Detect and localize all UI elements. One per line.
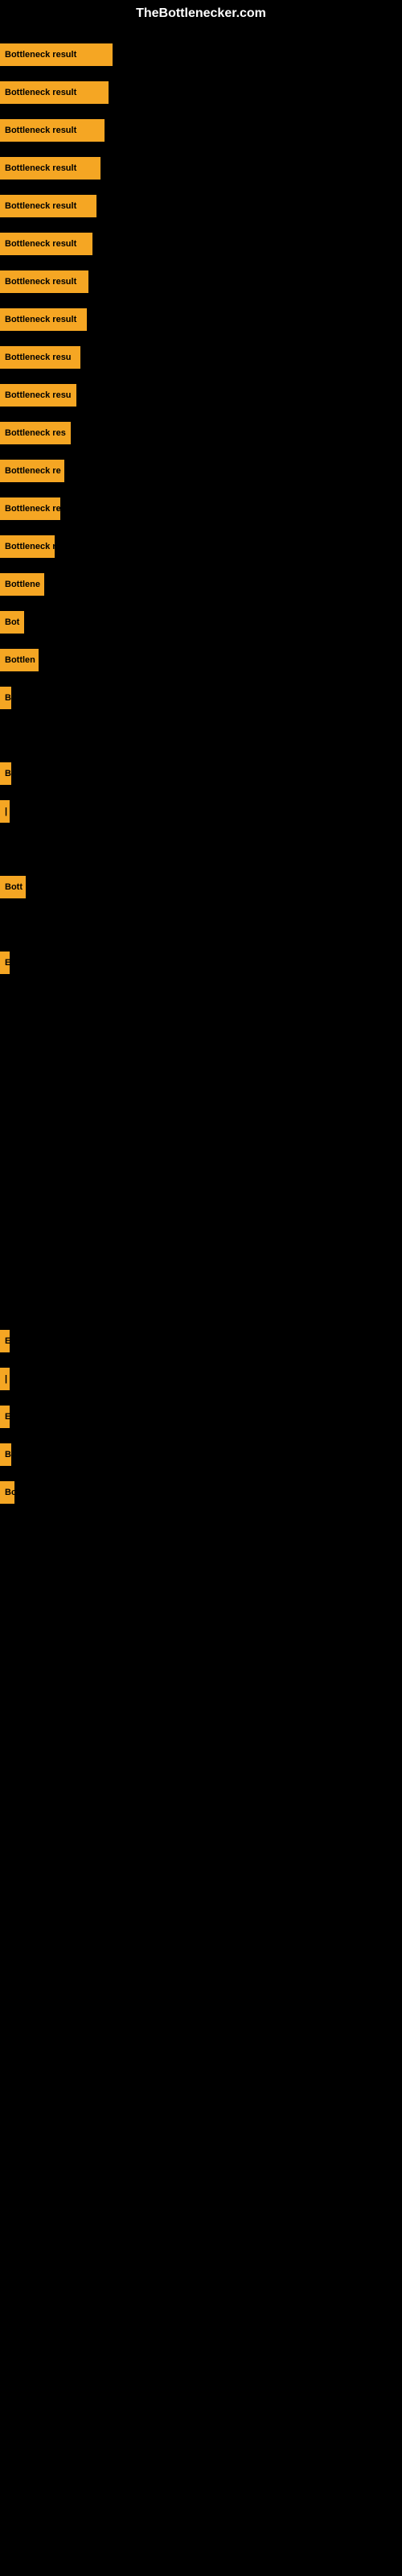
bottleneck-bar-row: Bottleneck result xyxy=(0,35,402,73)
bottleneck-result-label: Bottleneck result xyxy=(0,157,100,180)
bottleneck-bar-row: Bottleneck result xyxy=(0,73,402,111)
bottleneck-bar-row: E xyxy=(0,943,402,981)
bottleneck-result-label: Bo xyxy=(0,1481,14,1504)
bottleneck-result-label: Bottleneck result xyxy=(0,233,92,255)
bottleneck-result-label: E xyxy=(0,952,10,974)
bottleneck-bar-row xyxy=(0,1057,402,1095)
bottleneck-result-label: Bottleneck res xyxy=(0,422,71,444)
bottleneck-result-label: Bottleneck result xyxy=(0,195,96,217)
bottleneck-result-label: B xyxy=(0,762,11,785)
bottleneck-result-label: Bottleneck re xyxy=(0,497,60,520)
bottleneck-bar-row: Bottleneck result xyxy=(0,262,402,300)
bottleneck-result-label: Bottlen xyxy=(0,649,39,671)
bottleneck-bar-row xyxy=(0,906,402,943)
bottleneck-result-label: Bottleneck resu xyxy=(0,346,80,369)
bottleneck-bar-row: B xyxy=(0,754,402,792)
bottleneck-result-label: Bot xyxy=(0,611,24,634)
bottleneck-result-label: E xyxy=(0,1406,10,1428)
bottleneck-bar-row: B xyxy=(0,1435,402,1473)
bottleneck-bar-row: Bottleneck r xyxy=(0,527,402,565)
bottleneck-result-label: B xyxy=(0,1443,11,1466)
bottleneck-result-label: | xyxy=(0,1368,10,1390)
bottleneck-result-label: Bottleneck result xyxy=(0,81,109,104)
bottleneck-bar-row: Bottleneck res xyxy=(0,414,402,452)
bottleneck-bar-row: B xyxy=(0,679,402,716)
bottleneck-bar-row: Bott xyxy=(0,868,402,906)
bottleneck-bar-row xyxy=(0,1208,402,1246)
bottleneck-bar-row xyxy=(0,1019,402,1057)
bottleneck-bar-row: Bot xyxy=(0,603,402,641)
bottleneck-result-label: Bottleneck result xyxy=(0,119,105,142)
bottleneck-result-label: Bottleneck r xyxy=(0,535,55,558)
bottleneck-bar-row: Bottleneck result xyxy=(0,225,402,262)
bottleneck-bar-row xyxy=(0,830,402,868)
bottleneck-bar-row xyxy=(0,1133,402,1170)
bottleneck-bar-row: | xyxy=(0,792,402,830)
bottleneck-bar-row: | xyxy=(0,1360,402,1397)
bottleneck-result-label: B xyxy=(0,687,11,709)
bottleneck-bar-row: Bottleneck result xyxy=(0,149,402,187)
bottleneck-bar-row: E xyxy=(0,1397,402,1435)
bottleneck-result-label: Bottleneck re xyxy=(0,460,64,482)
bottleneck-result-label: Bottleneck result xyxy=(0,43,113,66)
bottleneck-bar-row xyxy=(0,1246,402,1284)
bottleneck-bar-row: E xyxy=(0,1322,402,1360)
bottleneck-result-label: Bottleneck result xyxy=(0,270,88,293)
bottleneck-bar-row: Bottleneck resu xyxy=(0,338,402,376)
bottleneck-result-label: E xyxy=(0,1330,10,1352)
bottleneck-bar-row: Bottleneck resu xyxy=(0,376,402,414)
bottleneck-result-label: Bottlene xyxy=(0,573,44,596)
site-title: TheBottlenecker.com xyxy=(0,0,402,27)
bottleneck-bar-row xyxy=(0,1095,402,1133)
bottleneck-bar-row: Bottleneck result xyxy=(0,187,402,225)
bottleneck-result-label: | xyxy=(0,800,10,823)
bottleneck-bar-row xyxy=(0,716,402,754)
bottleneck-result-label: Bottleneck resu xyxy=(0,384,76,407)
bottleneck-bar-row: Bottlene xyxy=(0,565,402,603)
bottleneck-bar-row xyxy=(0,1170,402,1208)
bottleneck-bar-row: Bottleneck re xyxy=(0,489,402,527)
bottleneck-bar-row: Bo xyxy=(0,1473,402,1511)
bottleneck-bar-row: Bottlen xyxy=(0,641,402,679)
bottleneck-bar-row xyxy=(0,1284,402,1322)
bottleneck-bar-row: Bottleneck result xyxy=(0,300,402,338)
bottleneck-bar-row: Bottleneck result xyxy=(0,111,402,149)
bottleneck-result-label: Bott xyxy=(0,876,26,898)
bottleneck-bar-row xyxy=(0,981,402,1019)
bottleneck-bar-row: Bottleneck re xyxy=(0,452,402,489)
bottleneck-result-label: Bottleneck result xyxy=(0,308,87,331)
